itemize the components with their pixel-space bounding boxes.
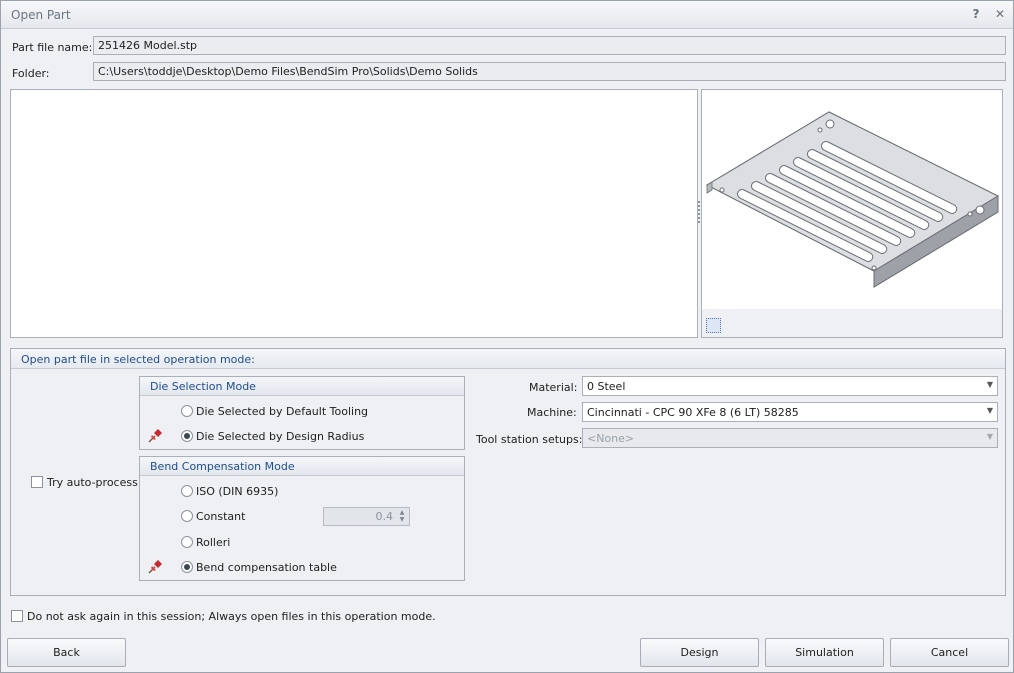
help-button[interactable]: ?: [969, 7, 983, 21]
back-button[interactable]: Back: [7, 638, 126, 667]
simulation-button[interactable]: Simulation: [765, 638, 884, 667]
operation-mode-header: Open part file in selected operation mod…: [11, 349, 1005, 369]
die-selection-title: Die Selection Mode: [150, 380, 256, 393]
design-button[interactable]: Design: [640, 638, 759, 667]
part-file-name-label: Part file name:: [12, 41, 93, 54]
dont-ask-checkbox[interactable]: [11, 610, 23, 622]
window-title: Open Part: [11, 8, 71, 22]
material-label: Material:: [529, 381, 578, 394]
part-list-panel[interactable]: [10, 89, 698, 338]
rolleri-radio[interactable]: [181, 536, 193, 548]
operation-mode-title: Open part file in selected operation mod…: [21, 353, 255, 366]
folder-field[interactable]: C:\Users\toddje\Desktop\Demo Files\BendS…: [93, 62, 1006, 81]
chevron-down-icon[interactable]: ▼: [987, 406, 993, 415]
dont-ask-label[interactable]: Do not ask again in this session; Always…: [27, 610, 436, 623]
bend-table-radio[interactable]: [181, 561, 193, 573]
selection-box-icon[interactable]: [706, 318, 721, 333]
constant-radio[interactable]: [181, 510, 193, 522]
constant-value: 0.4: [375, 510, 394, 523]
rolleri-label[interactable]: Rolleri: [196, 536, 230, 549]
die-default-tooling-label[interactable]: Die Selected by Default Tooling: [196, 405, 368, 418]
material-select[interactable]: 0 Steel ▼: [582, 376, 998, 396]
chevron-down-icon[interactable]: ▼: [987, 380, 993, 389]
die-selection-header: Die Selection Mode: [140, 377, 464, 396]
tool-station-label: Tool station setups:: [476, 433, 583, 446]
tool-station-value: <None>: [587, 432, 635, 445]
constant-value-stepper[interactable]: 0.4 ▲ ▼: [323, 507, 410, 526]
open-part-dialog: Open Part ? ✕ Part file name: 251426 Mod…: [0, 0, 1014, 673]
tool-station-select[interactable]: <None> ▼: [582, 428, 998, 448]
iso-radio[interactable]: [181, 485, 193, 497]
close-button[interactable]: ✕: [993, 7, 1007, 21]
red-pushpin-icon: [148, 429, 162, 443]
die-design-radius-radio[interactable]: [181, 430, 193, 442]
bend-compensation-header: Bend Compensation Mode: [140, 457, 464, 476]
preview-panel: [701, 89, 1003, 338]
bend-compensation-title: Bend Compensation Mode: [150, 460, 295, 473]
red-pushpin-icon: [148, 560, 162, 574]
material-value: 0 Steel: [587, 380, 626, 393]
iso-label[interactable]: ISO (DIN 6935): [196, 485, 278, 498]
bend-table-label[interactable]: Bend compensation table: [196, 561, 337, 574]
machine-value: Cincinnati - CPC 90 XFe 8 (6 LT) 58285: [587, 406, 799, 419]
title-bar[interactable]: Open Part ? ✕: [1, 1, 1013, 29]
sheet-metal-part-preview: [705, 111, 1000, 288]
chevron-down-icon[interactable]: ▼: [987, 432, 993, 441]
machine-label: Machine:: [527, 406, 577, 419]
machine-select[interactable]: Cincinnati - CPC 90 XFe 8 (6 LT) 58285 ▼: [582, 402, 998, 422]
die-design-radius-label[interactable]: Die Selected by Design Radius: [196, 430, 364, 443]
folder-label: Folder:: [12, 67, 50, 80]
preview-toolbar: [702, 309, 1002, 337]
stepper-arrows-icon[interactable]: ▲ ▼: [397, 509, 407, 524]
die-default-tooling-radio[interactable]: [181, 405, 193, 417]
auto-process-checkbox[interactable]: [31, 476, 43, 488]
constant-label[interactable]: Constant: [196, 510, 245, 523]
cancel-button[interactable]: Cancel: [890, 638, 1009, 667]
part-file-name-field[interactable]: 251426 Model.stp: [93, 36, 1006, 55]
auto-process-label[interactable]: Try auto-process: [47, 476, 138, 489]
